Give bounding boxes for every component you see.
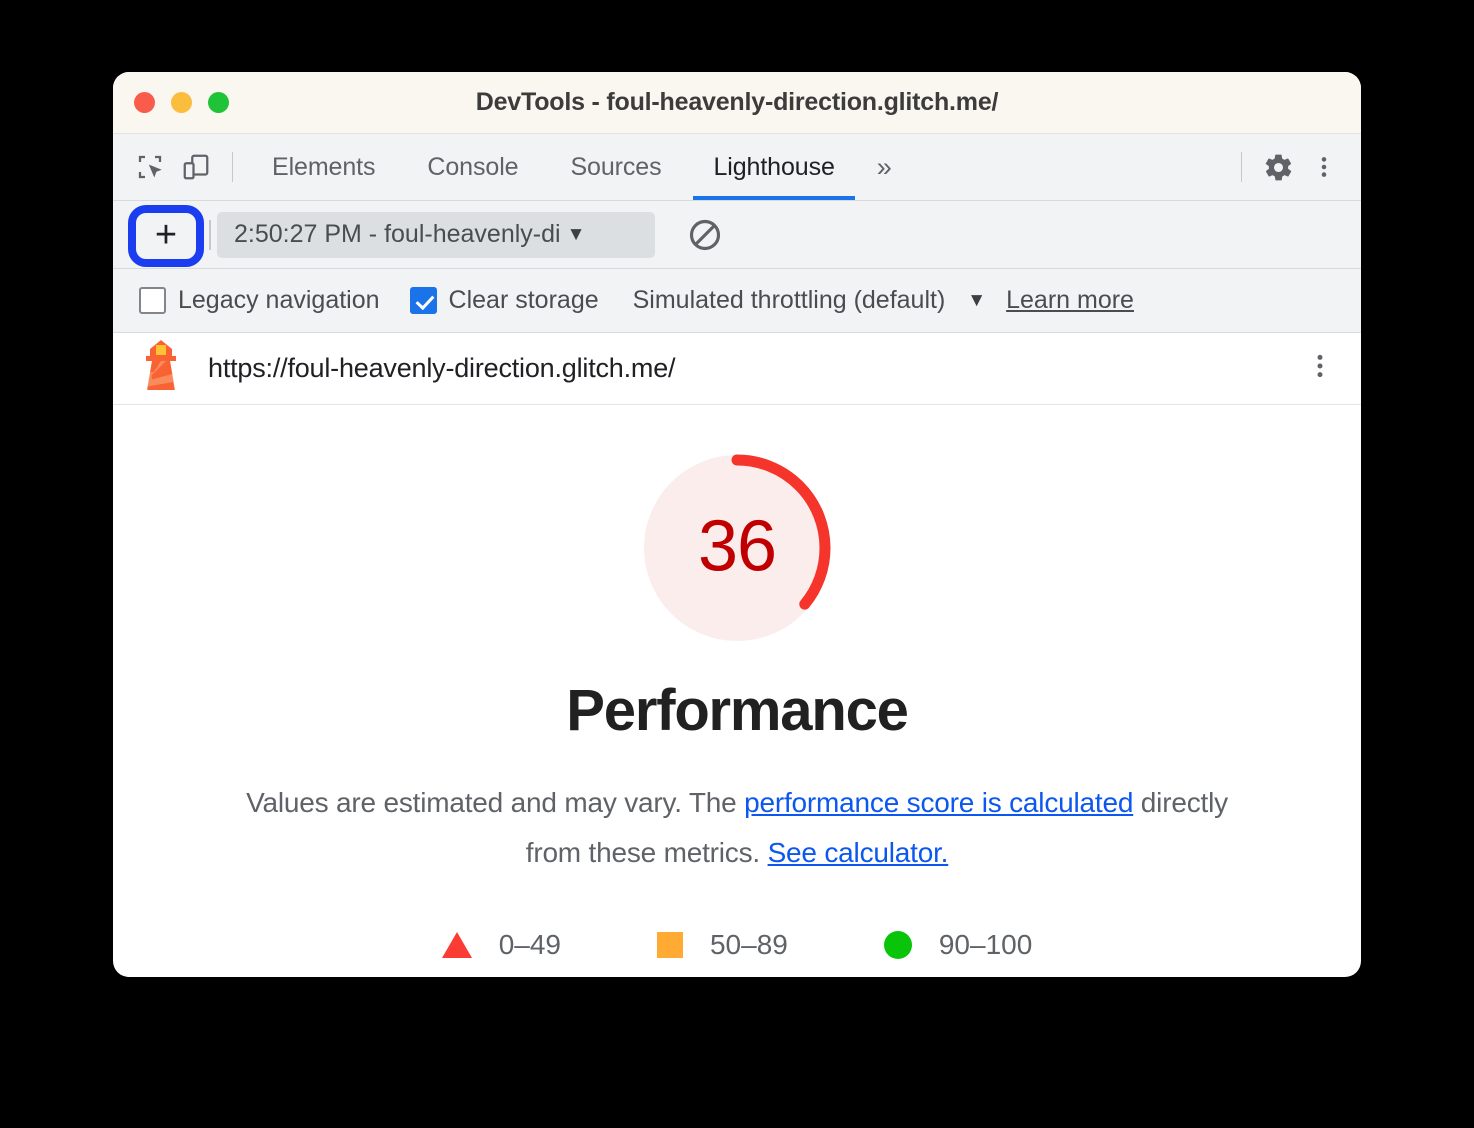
legacy-navigation-label: Legacy navigation bbox=[178, 286, 380, 314]
legacy-navigation-checkbox[interactable] bbox=[139, 287, 166, 314]
score-legend: 0–49 50–89 90–100 bbox=[113, 929, 1361, 961]
clear-storage-label: Clear storage bbox=[448, 286, 599, 314]
legend-label: 50–89 bbox=[709, 928, 788, 960]
chevron-double-right-icon: » bbox=[876, 151, 892, 182]
square-icon bbox=[656, 931, 683, 958]
inspect-element-icon[interactable] bbox=[127, 144, 173, 190]
report-header-row: https://foul-heavenly-direction.glitch.m… bbox=[113, 333, 1361, 405]
throttling-select[interactable]: Simulated throttling (default) ▼ bbox=[633, 286, 986, 315]
lighthouse-options-row: Legacy navigation Clear storage Simulate… bbox=[113, 269, 1361, 333]
gear-icon[interactable] bbox=[1255, 144, 1301, 190]
legend-label: 0–49 bbox=[498, 928, 561, 960]
circle-icon bbox=[883, 930, 912, 959]
chevron-down-icon: ▼ bbox=[566, 223, 586, 245]
panel-tabs: Elements Console Sources Lighthouse » bbox=[246, 134, 908, 200]
legacy-navigation-option[interactable]: Legacy navigation bbox=[139, 286, 380, 315]
block-circle-icon[interactable] bbox=[687, 217, 723, 253]
lighthouse-report-body: 36 Performance Values are estimated and … bbox=[113, 405, 1361, 961]
tab-sources[interactable]: Sources bbox=[544, 134, 687, 200]
tabs-overflow-button[interactable]: » bbox=[861, 134, 908, 200]
report-select-value: 2:50:27 PM - foul-heavenly-di bbox=[234, 220, 561, 248]
actions-divider bbox=[1241, 152, 1242, 182]
clear-storage-checkbox[interactable] bbox=[409, 287, 437, 314]
performance-score-gauge: 36 bbox=[642, 453, 832, 643]
screenshot-stage: DevTools - foul-heavenly-direction.glitc… bbox=[0, 0, 1474, 1128]
tab-label: Elements bbox=[272, 152, 376, 181]
report-url: https://foul-heavenly-direction.glitch.m… bbox=[208, 353, 676, 383]
chevron-down-icon: ▼ bbox=[967, 289, 987, 311]
triangle-icon bbox=[441, 931, 472, 958]
tab-label: Lighthouse bbox=[713, 152, 835, 181]
tab-lighthouse[interactable]: Lighthouse bbox=[687, 134, 860, 200]
legend-label: 90–100 bbox=[938, 928, 1033, 960]
performance-score-value: 36 bbox=[697, 506, 777, 587]
tab-label: Sources bbox=[570, 152, 662, 181]
score-description: Values are estimated and may vary. The p… bbox=[242, 778, 1232, 879]
device-toolbar-icon[interactable] bbox=[173, 144, 219, 190]
toolbar-divider bbox=[232, 152, 233, 182]
devtools-window: DevTools - foul-heavenly-direction.glitc… bbox=[113, 72, 1361, 977]
lighthouse-toolbar-divider bbox=[209, 219, 211, 250]
performance-score-link[interactable]: performance score is calculated bbox=[744, 787, 1133, 818]
more-vertical-icon[interactable] bbox=[1301, 144, 1347, 190]
window-titlebar: DevTools - foul-heavenly-direction.glitc… bbox=[113, 72, 1361, 134]
see-calculator-link[interactable]: See calculator. bbox=[768, 837, 949, 868]
window-title: DevTools - foul-heavenly-direction.glitc… bbox=[475, 88, 999, 116]
page-title: Performance bbox=[566, 678, 909, 743]
learn-more-link[interactable]: Learn more bbox=[1006, 286, 1134, 315]
plus-icon: + bbox=[154, 213, 178, 256]
report-select[interactable]: 2:50:27 PM - foul-heavenly-di ▼ bbox=[217, 211, 655, 258]
lighthouse-icon bbox=[141, 338, 181, 399]
throttling-label: Simulated throttling (default) bbox=[632, 286, 946, 314]
new-report-button-wrapper: + bbox=[128, 204, 204, 267]
lighthouse-toolbar: + 2:50:27 PM - foul-heavenly-di ▼ bbox=[113, 201, 1361, 269]
devtools-tabbar: Elements Console Sources Lighthouse » bbox=[113, 134, 1361, 201]
new-report-button[interactable]: + bbox=[141, 209, 191, 260]
legend-item-average: 50–89 bbox=[656, 928, 788, 961]
tab-elements[interactable]: Elements bbox=[246, 134, 401, 200]
report-menu-button[interactable] bbox=[1307, 351, 1333, 386]
tabbar-actions bbox=[1228, 144, 1361, 190]
description-text-part-1: Values are estimated and may vary. The bbox=[246, 787, 745, 818]
clear-storage-option[interactable]: Clear storage bbox=[409, 286, 599, 315]
legend-item-pass: 90–100 bbox=[883, 928, 1033, 961]
tab-console[interactable]: Console bbox=[401, 134, 544, 200]
legend-item-fail: 0–49 bbox=[441, 928, 561, 961]
tab-label: Console bbox=[427, 152, 519, 181]
